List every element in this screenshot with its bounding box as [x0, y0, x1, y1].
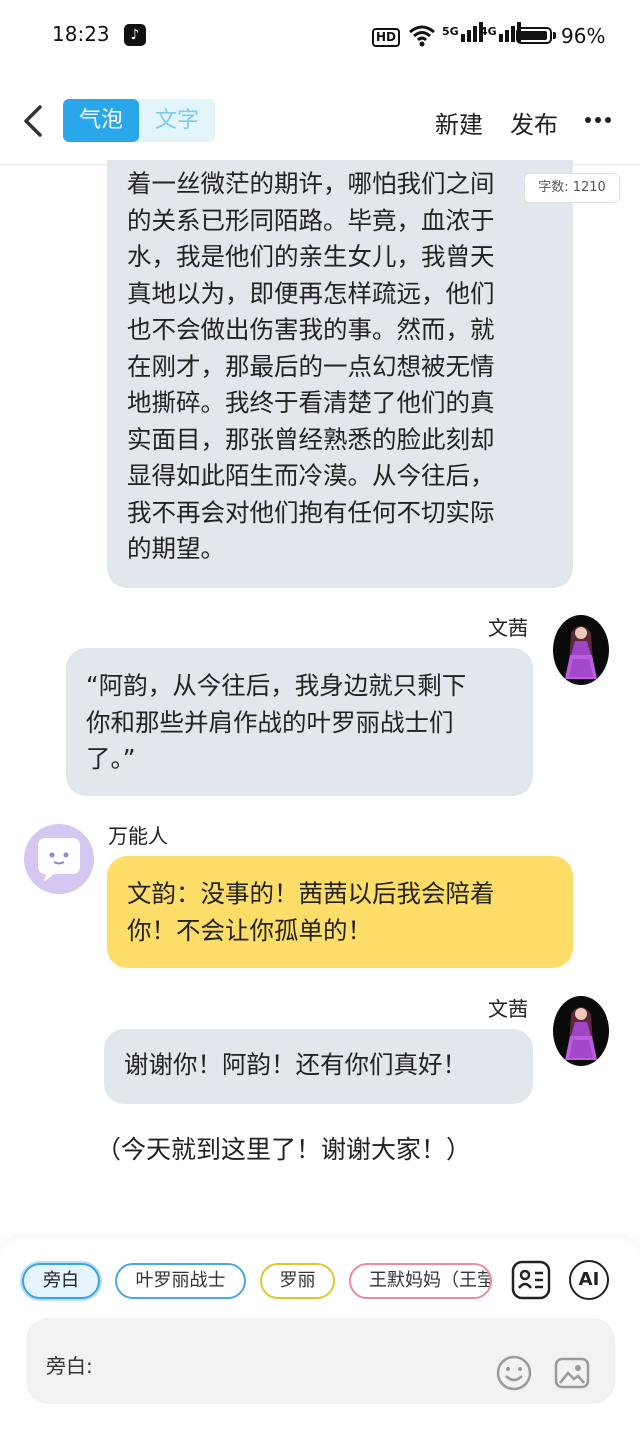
role-chip-yeluoli[interactable]: 叶罗丽战士: [115, 1263, 246, 1299]
message-line: 我不再会对他们抱有任何不切实际: [127, 497, 495, 527]
status-bar: 18:23 ♪ HD 5G 4G 96%: [0, 0, 640, 76]
role-chip-narrator[interactable]: 旁白: [22, 1263, 100, 1299]
message-line: 的关系已形同陌路。毕竟，血浓于: [127, 205, 495, 235]
message-line: 的期望。: [127, 534, 225, 563]
message-line: 实面目，那张曾经熟悉的脸此刻却: [127, 424, 495, 454]
status-time: 18:23: [52, 22, 110, 46]
message-line: 你！不会让你孤单的！: [127, 915, 372, 945]
avatar[interactable]: [24, 824, 94, 894]
input-role-label: 旁白:: [46, 1354, 93, 1378]
sender-name: 文茜: [488, 616, 528, 640]
battery-tip: [553, 32, 556, 39]
message-line: 谢谢你！阿韵！还有你们真好！: [124, 1050, 467, 1079]
sender-name: 文茜: [488, 997, 528, 1021]
message-line: 水，我是他们的亲生女儿，我曾天: [127, 242, 495, 271]
word-count-badge: 字数: 1210: [524, 173, 620, 203]
sender-name: 万能人: [108, 824, 168, 848]
message-line: 了。”: [86, 744, 136, 773]
message-line: 在刚才，那最后的一点幻想被无情: [127, 351, 495, 381]
message-line: 文韵：没事的！茜茜以后我会陪着: [127, 879, 495, 908]
message-line: “阿韵，从今往后，我身边就只剩下: [86, 671, 467, 700]
message-line: 着一丝微茫的期许，哪怕我们之间: [127, 169, 495, 198]
signal-5g-icon: 5G: [442, 22, 483, 42]
message-line: 也不会做出伤害我的事。然而，就: [127, 315, 495, 344]
ai-button[interactable]: AI: [569, 1260, 609, 1300]
message-line: 你和那些并肩作战的叶罗丽战士们: [86, 707, 454, 737]
role-chip-wangmo-mom[interactable]: 王默妈妈（王莹: [349, 1263, 492, 1299]
tab-text[interactable]: 文字: [139, 99, 215, 142]
wifi-icon: [409, 25, 435, 47]
message-bubble[interactable]: 谢谢你！阿韵！还有你们真好！: [104, 1029, 533, 1104]
battery-percent: 96%: [561, 24, 606, 48]
battery-icon: [516, 27, 552, 44]
message-bubble[interactable]: 着一丝微茫的期许，哪怕我们之间 的关系已形同陌路。毕竟，血浓于 水，我是他们的亲…: [107, 160, 573, 588]
emoji-icon[interactable]: [496, 1355, 532, 1391]
publish-button[interactable]: 发布: [510, 105, 558, 140]
more-icon[interactable]: [583, 110, 613, 130]
message-bubble[interactable]: “阿韵，从今往后，我身边就只剩下 你和那些并肩作战的叶罗丽战士们 了。”: [66, 648, 533, 796]
role-chip-luoli[interactable]: 罗丽: [260, 1263, 335, 1299]
back-icon[interactable]: [20, 104, 50, 138]
avatar[interactable]: [553, 615, 609, 685]
mode-switch: 气泡 文字: [63, 99, 215, 142]
message-line: 真地以为，即便再怎样疏远，他们: [127, 278, 495, 308]
character-card-icon[interactable]: [511, 1260, 551, 1300]
message-line: 显得如此陌生而冷漠。从今往后，: [127, 461, 495, 490]
new-button[interactable]: 新建: [435, 105, 483, 140]
narration-text[interactable]: （今天就到这里了！谢谢大家！）: [96, 1130, 471, 1166]
tab-bubble[interactable]: 气泡: [63, 99, 139, 142]
message-line: 地撕碎。我终于看清楚了他们的真: [127, 388, 495, 417]
image-icon[interactable]: [554, 1355, 590, 1391]
hd-icon: HD: [372, 28, 401, 47]
tiktok-icon: ♪: [124, 24, 146, 46]
avatar[interactable]: [553, 996, 609, 1066]
message-bubble[interactable]: 文韵：没事的！茜茜以后我会陪着 你！不会让你孤单的！: [107, 856, 573, 968]
signal-4g-icon: 4G: [480, 22, 521, 42]
